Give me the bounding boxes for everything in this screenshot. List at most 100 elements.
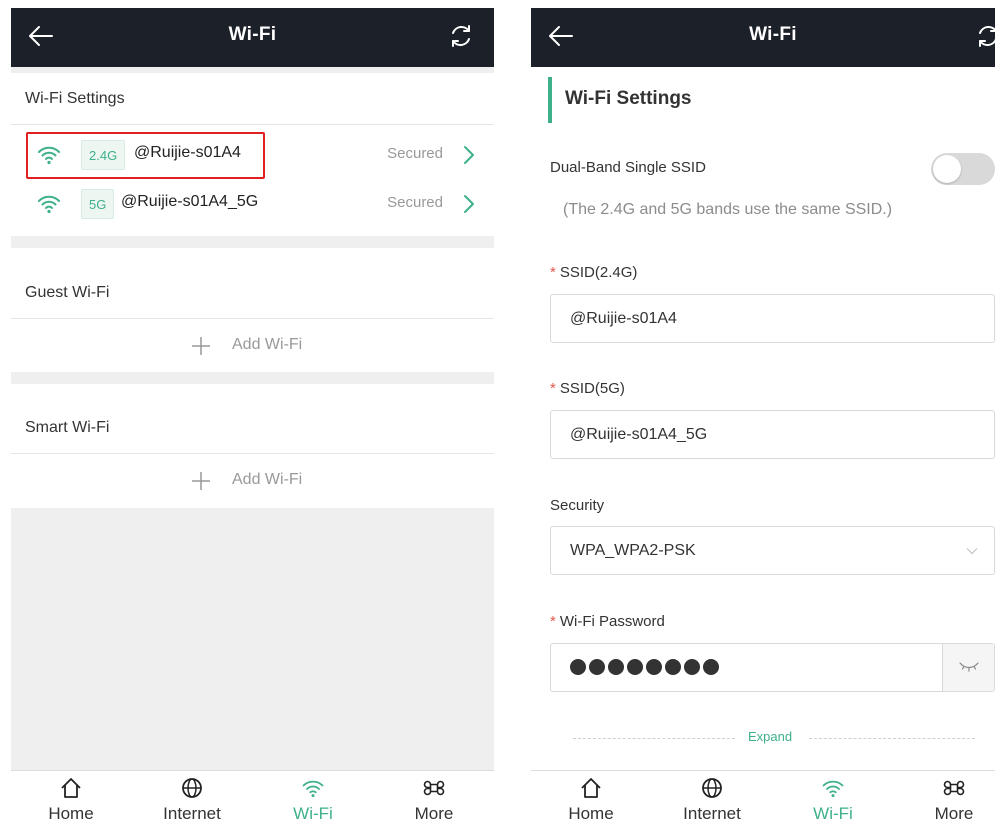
- page-title: Wi-Fi: [749, 24, 797, 45]
- wifi-settings-screen: Wi-Fi Wi-Fi Settings Dual-Band Single SS…: [531, 8, 995, 825]
- add-guest-wifi-button[interactable]: Add Wi-Fi: [11, 320, 494, 372]
- toggle-knob: [933, 155, 961, 183]
- dual-band-label: Dual-Band Single SSID: [550, 159, 706, 176]
- plus-icon: [192, 472, 210, 490]
- eye-closed-icon: [959, 662, 979, 672]
- command-icon: [943, 780, 965, 796]
- select-value: WPA_WPA2-PSK: [570, 542, 696, 559]
- section-title: Wi-Fi Settings: [25, 90, 125, 107]
- status-label: Secured: [387, 194, 443, 211]
- status-label: Secured: [387, 145, 443, 162]
- wifi-icon: [822, 780, 844, 798]
- bottom-nav: Home Internet Wi-Fi More: [11, 770, 494, 825]
- dual-band-toggle[interactable]: [931, 153, 995, 185]
- nav-wifi[interactable]: Wi-Fi: [268, 771, 358, 825]
- band-badge: 5G: [81, 189, 115, 219]
- top-bar: Wi-Fi: [11, 8, 494, 67]
- input-value: @Ruijie-s01A4: [570, 310, 677, 327]
- chevron-down-icon: [966, 548, 978, 555]
- nav-label: Home: [568, 804, 614, 823]
- ssid5-label: * SSID(5G): [550, 380, 625, 397]
- nav-home[interactable]: Home: [546, 771, 636, 825]
- section-title: Wi-Fi Settings: [565, 88, 692, 109]
- nav-more[interactable]: More: [909, 771, 995, 825]
- refresh-icon[interactable]: [448, 23, 474, 49]
- expand-toggle[interactable]: Expand: [573, 728, 975, 748]
- password-dot: [703, 659, 719, 675]
- password-dot: [665, 659, 681, 675]
- password-label: * Wi-Fi Password: [550, 613, 665, 630]
- password-dot: [684, 659, 700, 675]
- nav-more[interactable]: More: [389, 771, 479, 825]
- dual-band-hint: (The 2.4G and 5G bands use the same SSID…: [563, 201, 893, 218]
- ssid24-label: * SSID(2.4G): [550, 264, 637, 281]
- wifi-list-screen: Wi-Fi Wi-Fi Settings 2.4G @Ruijie-s01A4 …: [11, 8, 494, 825]
- field-label: Wi-Fi Password: [559, 613, 665, 630]
- nav-label: More: [414, 804, 454, 823]
- home-icon: [61, 778, 81, 798]
- guest-wifi-header: Guest Wi-Fi: [11, 267, 494, 319]
- ssid-label: @Ruijie-s01A4_5G: [121, 193, 259, 210]
- home-icon: [581, 778, 601, 798]
- globe-icon: [702, 778, 722, 798]
- chevron-right-icon: [464, 195, 474, 213]
- field-label: SSID(5G): [559, 380, 625, 397]
- nav-wifi[interactable]: Wi-Fi: [788, 771, 878, 825]
- wifi-item-5g[interactable]: 5G @Ruijie-s01A4_5G Secured: [11, 181, 494, 227]
- nav-label: More: [934, 804, 974, 823]
- nav-internet[interactable]: Internet: [147, 771, 237, 825]
- top-bar: Wi-Fi: [531, 8, 995, 67]
- section-title: Smart Wi-Fi: [25, 419, 110, 436]
- section-title: Guest Wi-Fi: [25, 284, 110, 301]
- page-title: Wi-Fi: [228, 24, 277, 45]
- ssid-label: @Ruijie-s01A4: [134, 144, 241, 161]
- password-mask: [570, 659, 719, 675]
- chevron-right-icon: [464, 146, 474, 164]
- nav-label: Wi-Fi: [293, 804, 333, 823]
- empty-area: [11, 508, 494, 771]
- nav-label: Internet: [683, 804, 741, 823]
- security-select[interactable]: WPA_WPA2-PSK: [550, 526, 995, 575]
- wifi-icon: [38, 146, 60, 165]
- refresh-icon[interactable]: [975, 23, 995, 49]
- nav-label: Internet: [163, 804, 221, 823]
- input-value: @Ruijie-s01A4_5G: [570, 426, 708, 443]
- security-label: Security: [550, 497, 605, 514]
- password-dot: [646, 659, 662, 675]
- wifi-settings-header: Wi-Fi Settings: [11, 73, 494, 125]
- show-password-button[interactable]: [942, 644, 994, 691]
- required-mark: *: [550, 380, 556, 397]
- required-mark: *: [550, 613, 556, 630]
- bottom-nav: Home Internet Wi-Fi More: [531, 770, 995, 825]
- dashed-divider: [573, 738, 735, 739]
- band-badge: 2.4G: [81, 140, 126, 170]
- required-mark: *: [550, 264, 556, 281]
- ssid5-input[interactable]: @Ruijie-s01A4_5G: [550, 410, 995, 459]
- add-wifi-label: Add Wi-Fi: [232, 336, 303, 353]
- wifi-icon: [302, 780, 324, 798]
- command-icon: [423, 780, 445, 796]
- field-label: SSID(2.4G): [559, 264, 638, 281]
- password-dot: [627, 659, 643, 675]
- password-dot: [608, 659, 624, 675]
- password-dot: [589, 659, 605, 675]
- password-dot: [570, 659, 586, 675]
- section-divider: [11, 236, 494, 248]
- ssid24-input[interactable]: @Ruijie-s01A4: [550, 294, 995, 343]
- dashed-divider: [809, 738, 975, 739]
- plus-icon: [192, 337, 210, 355]
- nav-label: Wi-Fi: [813, 804, 853, 823]
- section-divider: [11, 372, 494, 384]
- wifi-icon: [38, 195, 60, 214]
- nav-label: Home: [48, 804, 94, 823]
- nav-internet[interactable]: Internet: [667, 771, 757, 825]
- add-smart-wifi-button[interactable]: Add Wi-Fi: [11, 455, 494, 507]
- add-wifi-label: Add Wi-Fi: [232, 471, 303, 488]
- password-input[interactable]: [550, 643, 995, 692]
- nav-home[interactable]: Home: [26, 771, 116, 825]
- wifi-item-24g[interactable]: 2.4G @Ruijie-s01A4 Secured: [11, 132, 494, 178]
- expand-label: Expand: [748, 729, 793, 744]
- section-accent-bar: [548, 77, 552, 123]
- globe-icon: [182, 778, 202, 798]
- smart-wifi-header: Smart Wi-Fi: [11, 402, 494, 454]
